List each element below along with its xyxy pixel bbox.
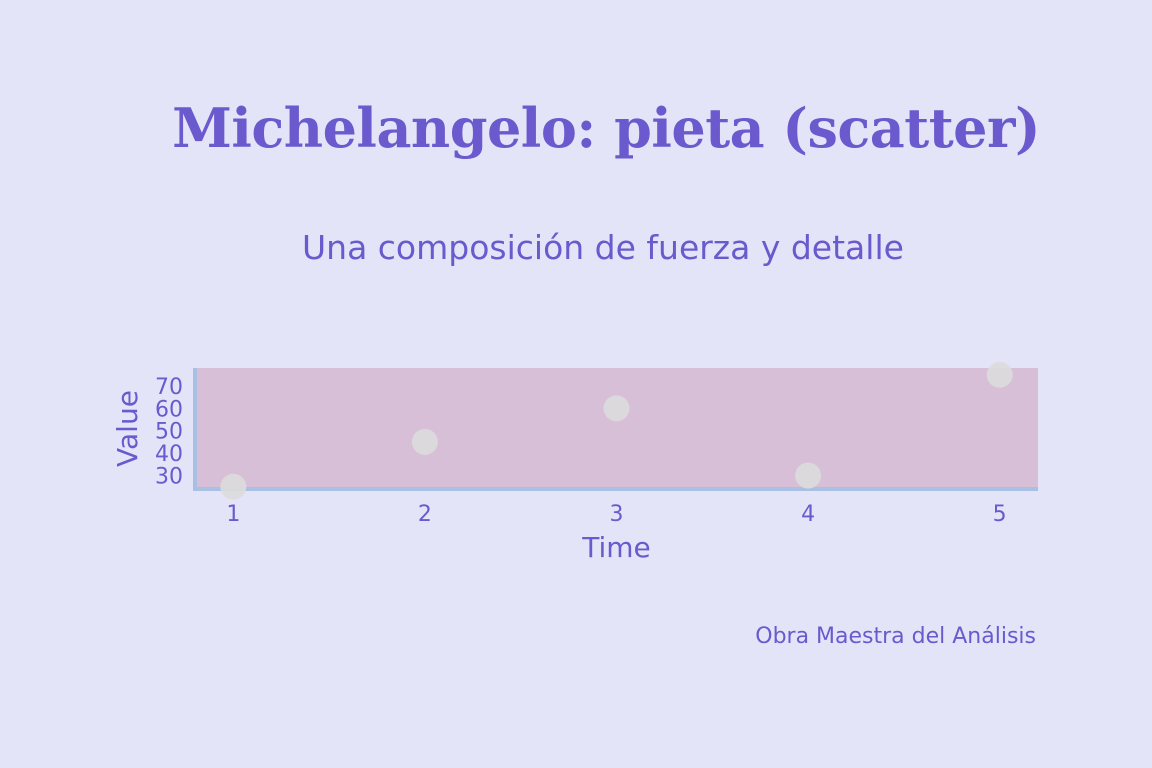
y-tick-label: 40: [155, 442, 183, 467]
data-point: [603, 395, 630, 422]
y-tick-label: 60: [155, 397, 183, 422]
y-tick-label: 50: [155, 420, 183, 445]
x-tick-label: 5: [993, 502, 1007, 527]
data-point: [795, 462, 822, 489]
scatter-chart: 3040506070 1 2 3 4 5 Time Value: [111, 361, 1038, 564]
y-tick-label: 70: [155, 375, 183, 400]
x-tick-label: 2: [418, 502, 432, 527]
x-tick-label: 1: [226, 502, 240, 527]
data-point: [220, 473, 247, 500]
data-point: [411, 428, 438, 455]
footer-caption: Obra Maestra del Análisis: [755, 624, 1036, 649]
x-tick-label: 3: [610, 502, 624, 527]
y-tick-label: 30: [155, 465, 183, 490]
y-tick-labels: 3040506070: [155, 375, 183, 490]
y-axis-title: Value: [111, 390, 144, 467]
data-point: [986, 361, 1013, 388]
x-tick-label: 4: [801, 502, 815, 527]
x-axis-title: Time: [581, 531, 651, 564]
plot-area: [195, 368, 1038, 489]
x-tick-labels: 1 2 3 4 5: [226, 502, 1006, 527]
